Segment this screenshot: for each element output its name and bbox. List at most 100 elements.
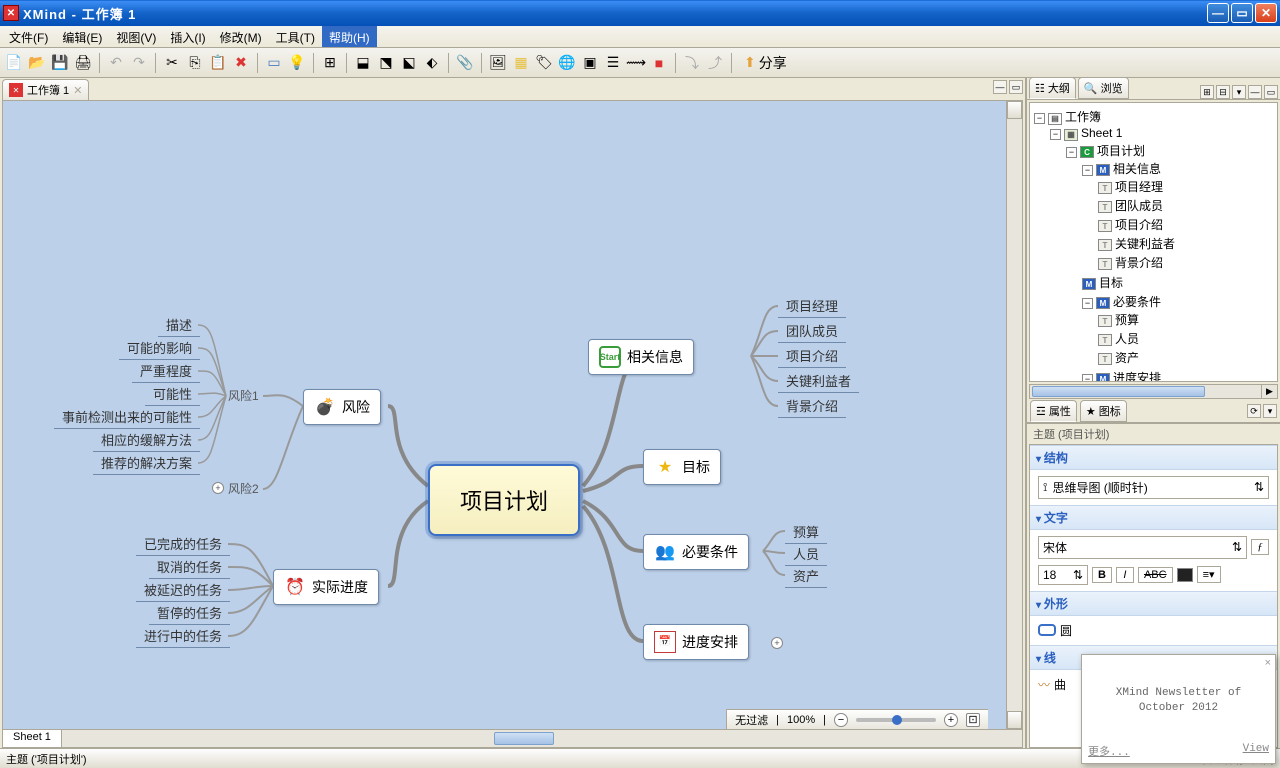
risk-group-1[interactable]: 风险1 [228,387,259,404]
editor-min-button[interactable]: — [993,80,1007,94]
sub-info-2[interactable]: 项目介绍 [778,344,846,368]
label-button[interactable]: 🏷 [534,53,554,73]
panel-min[interactable]: — [1248,85,1262,99]
boundary-button[interactable]: ▣ [580,53,600,73]
align-button[interactable]: ≡▾ [1197,566,1221,583]
image-button[interactable]: 🖼 [488,53,508,73]
link-button[interactable]: 🌐 [557,53,577,73]
node-sched[interactable]: 📅 进度安排 [643,624,749,660]
sub-info-3[interactable]: 关键利益者 [778,369,859,393]
attach-button[interactable]: 📎 [455,53,475,73]
insert1-button[interactable]: ⬓ [353,53,373,73]
relation-button[interactable]: ⟿ [626,53,646,73]
zoom-fit-button[interactable]: ⊡ [966,713,980,727]
expander-sched[interactable]: + [771,637,783,649]
zoom-slider[interactable] [856,718,936,722]
close-button[interactable]: ✕ [1255,3,1277,23]
menu-insert[interactable]: 插入(I) [163,26,212,47]
sub-info-4[interactable]: 背景介绍 [778,394,846,418]
copy-button[interactable]: ⎘ [185,53,205,73]
prog-1[interactable]: 取消的任务 [149,555,230,579]
node-risk[interactable]: 💣 风险 [303,389,381,425]
menu-view[interactable]: 视图(V) [109,26,163,47]
sub-info-0[interactable]: 项目经理 [778,294,846,318]
summary-button[interactable]: ☰ [603,53,623,73]
outline-hscroll[interactable]: ▶ [1029,384,1278,399]
idea-button[interactable]: 💡 [287,53,307,73]
risk1-1[interactable]: 可能的影响 [119,336,200,360]
tab-properties[interactable]: ☲属性 [1030,400,1077,422]
redo-button[interactable]: ↷ [129,53,149,73]
font-combo[interactable]: 宋体⇅ [1038,536,1247,559]
font-style-button[interactable]: ƒ [1251,539,1269,555]
section-text[interactable]: 文字 [1030,505,1277,530]
prog-0[interactable]: 已完成的任务 [136,532,230,556]
insert4-button[interactable]: ⬖ [422,53,442,73]
editor-tab[interactable]: ✕ 工作簿 1 ✕ [2,79,89,100]
print-button[interactable]: 🖨 [73,53,93,73]
tab-close-icon[interactable]: ✕ [73,84,82,97]
node-req[interactable]: 👥 必要条件 [643,534,749,570]
sub-req-0[interactable]: 预算 [785,520,827,544]
central-topic[interactable]: 项目计划 [428,464,580,536]
menu-tools[interactable]: 工具(T) [269,26,322,47]
panel-max[interactable]: ▭ [1264,85,1278,99]
menu-edit[interactable]: 编辑(E) [55,26,109,47]
tab-outline[interactable]: ☷大纲 [1029,77,1076,99]
filter-label[interactable]: 无过滤 [735,712,768,728]
maximize-button[interactable]: ▭ [1231,3,1253,23]
props-menu[interactable]: ▾ [1263,404,1277,418]
sub-info-1[interactable]: 团队成员 [778,319,846,343]
risk1-2[interactable]: 严重程度 [132,359,200,383]
new-button[interactable]: 📄 [4,53,24,73]
risk1-6[interactable]: 推荐的解决方案 [93,451,200,475]
menu-modify[interactable]: 修改(M) [213,26,269,47]
save-button[interactable]: 💾 [50,53,70,73]
expander-risk2[interactable]: + [212,482,224,494]
popup-more-link[interactable]: 更多... [1088,743,1130,759]
size-combo[interactable]: 18⇅ [1038,565,1088,585]
cut-button[interactable]: ✂ [162,53,182,73]
outline-tree[interactable]: −▤工作簿 −▦Sheet 1 −C项目计划 −M相关信息 T项目经理 [1029,102,1278,382]
insert2-button[interactable]: ⬔ [376,53,396,73]
menu-help[interactable]: 帮助(H) [322,26,377,47]
insert3-button[interactable]: ⬕ [399,53,419,73]
zoom-in-button[interactable]: + [944,713,958,727]
risk1-5[interactable]: 相应的缓解方法 [93,428,200,452]
undo-button[interactable]: ↶ [106,53,126,73]
drill-up-button[interactable]: ⤴ [705,53,725,73]
sheet-tab[interactable]: Sheet 1 [3,730,62,747]
note-button[interactable]: ▦ [511,53,531,73]
section-structure[interactable]: 结构 [1030,445,1277,470]
risk1-3[interactable]: 可能性 [145,382,200,406]
prog-2[interactable]: 被延迟的任务 [136,578,230,602]
node-goal[interactable]: ★ 目标 [643,449,721,485]
risk-group-2[interactable]: 风险2 [228,480,259,497]
horizontal-scrollbar[interactable] [62,730,1022,747]
delete-button[interactable]: ✖ [231,53,251,73]
prog-3[interactable]: 暂停的任务 [149,601,230,625]
menu-file[interactable]: 文件(F) [2,26,55,47]
popup-view-link[interactable]: View [1243,743,1269,759]
risk1-0[interactable]: 描述 [158,313,200,337]
minimize-button[interactable]: — [1207,3,1229,23]
share-button[interactable]: ⬆分享 [738,53,793,73]
sub-req-1[interactable]: 人员 [785,542,827,566]
sub-req-2[interactable]: 资产 [785,564,827,588]
editor-max-button[interactable]: ▭ [1009,80,1023,94]
font-color-button[interactable] [1177,568,1193,582]
vertical-scrollbar[interactable] [1006,101,1022,729]
popup-close-icon[interactable]: × [1265,657,1271,669]
prog-4[interactable]: 进行中的任务 [136,624,230,648]
italic-button[interactable]: I [1116,567,1134,583]
panel-btn-2[interactable]: ⊟ [1216,85,1230,99]
panel-menu[interactable]: ▾ [1232,85,1246,99]
risk1-4[interactable]: 事前检测出来的可能性 [54,405,200,429]
topic-button[interactable]: ▭ [264,53,284,73]
marker-button[interactable]: ■ [649,53,669,73]
toggle[interactable]: − [1034,113,1045,124]
strike-button[interactable]: ABC [1138,567,1173,583]
canvas[interactable]: 项目计划 Start 相关信息 ★ 目标 👥 必要条件 📅 进度安排 + 项目经… [2,100,1023,730]
node-progress[interactable]: ⏰ 实际进度 [273,569,379,605]
structure-combo[interactable]: ⟟思维导图 (顺时针) ⇅ [1038,476,1269,499]
